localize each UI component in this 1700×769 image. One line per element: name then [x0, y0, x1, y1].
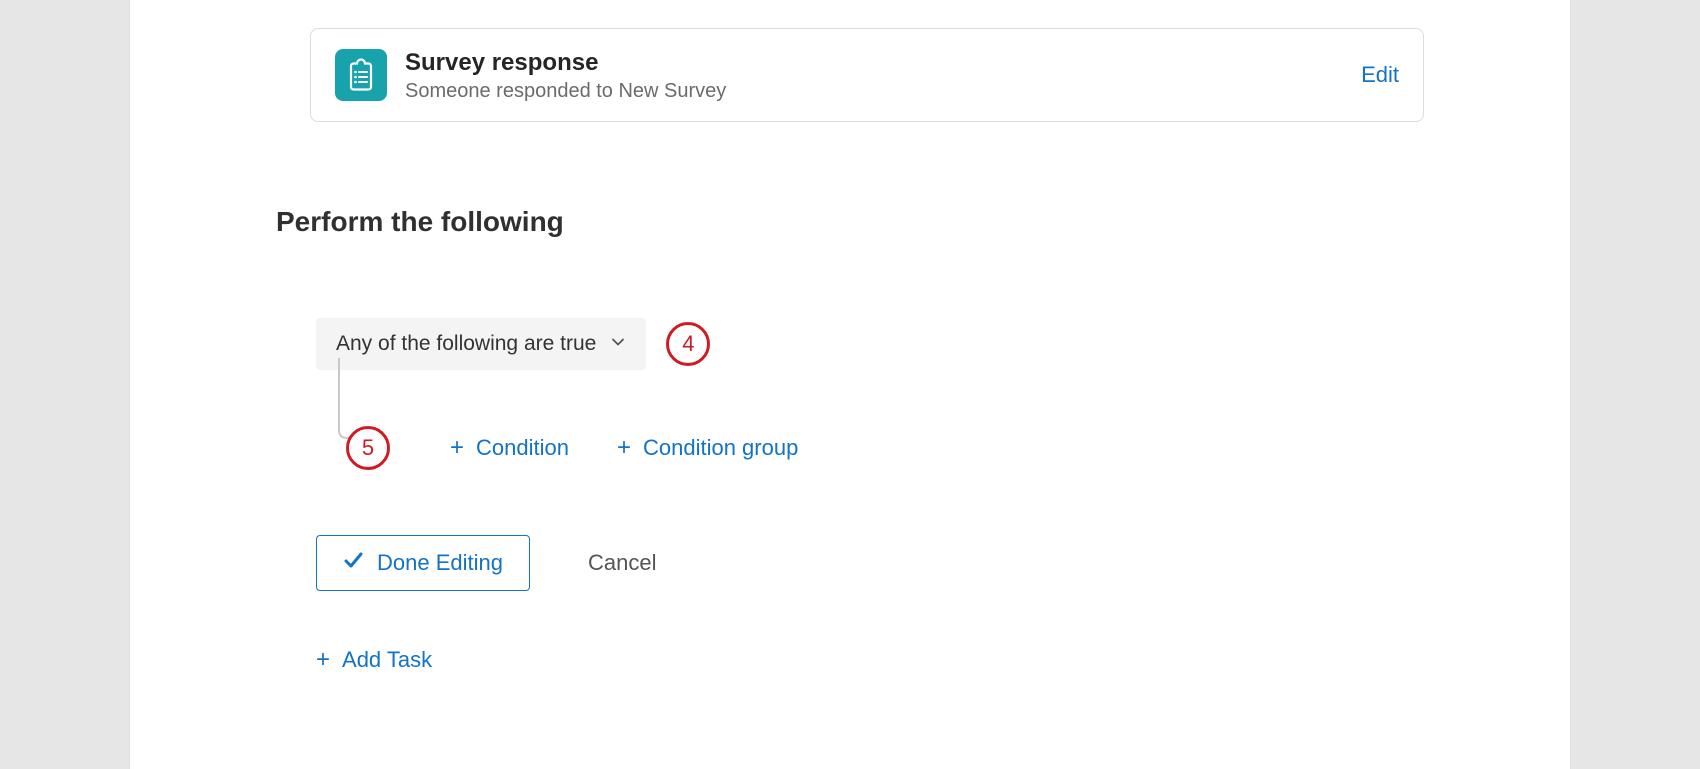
trigger-text: Survey response Someone responded to New… [405, 47, 726, 103]
callout-step-4: 4 [666, 322, 710, 366]
condition-mode-dropdown[interactable]: Any of the following are true [316, 318, 646, 370]
plus-icon: + [450, 436, 464, 460]
done-editing-label: Done Editing [377, 550, 503, 576]
section-heading-perform: Perform the following [276, 206, 1424, 238]
cancel-button[interactable]: Cancel [588, 550, 656, 576]
edit-trigger-link[interactable]: Edit [1361, 62, 1399, 88]
add-condition-group-label: Condition group [643, 435, 798, 461]
trigger-title: Survey response [405, 47, 726, 78]
add-task-button[interactable]: + Add Task [316, 647, 432, 673]
plus-icon: + [617, 436, 631, 460]
trigger-card: Survey response Someone responded to New… [310, 28, 1424, 122]
survey-icon [335, 49, 387, 101]
clipboard-list-icon [345, 58, 377, 92]
condition-connector: 5 + Condition + Condition group [331, 370, 1424, 465]
add-condition-label: Condition [476, 435, 569, 461]
chevron-down-icon [610, 334, 626, 355]
trigger-card-left: Survey response Someone responded to New… [335, 47, 726, 103]
trigger-description: Someone responded to New Survey [405, 80, 726, 103]
add-condition-group-button[interactable]: + Condition group [617, 435, 798, 461]
add-task-label: Add Task [342, 647, 432, 673]
callout-step-5: 5 [346, 426, 390, 470]
plus-icon: + [316, 648, 330, 672]
add-condition-button[interactable]: + Condition [450, 435, 569, 461]
condition-mode-label: Any of the following are true [336, 332, 596, 356]
done-editing-button[interactable]: Done Editing [316, 535, 530, 591]
check-icon [343, 550, 363, 576]
